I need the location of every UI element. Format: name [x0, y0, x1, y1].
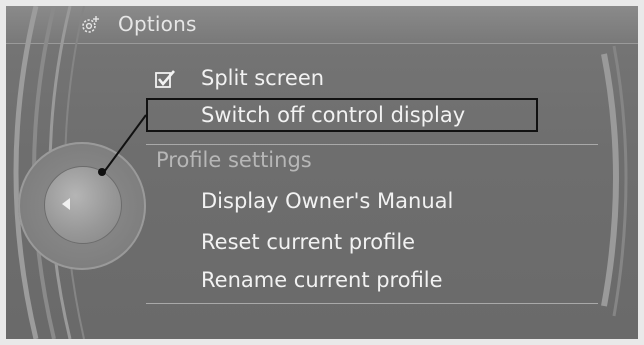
callout-leader-line [103, 114, 147, 173]
callout-dot [98, 168, 106, 176]
